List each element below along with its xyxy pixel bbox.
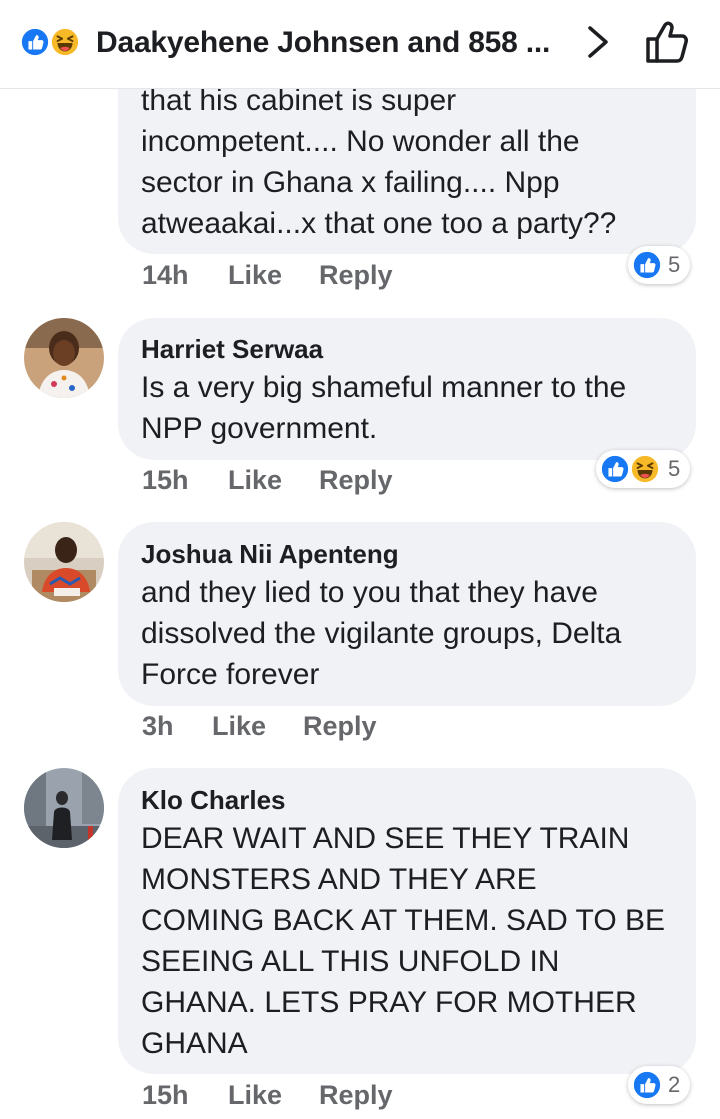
reactors-title[interactable]: Daakyehene Johnsen and 858 ... [96,26,550,60]
haha-icon [630,454,660,484]
comment-text-line: dissolved the vigilante groups, Delta [141,617,622,650]
reaction-summary[interactable] [20,27,90,57]
comment-text-line: Force forever [141,658,320,691]
comment-text-line: NPP government. [141,412,378,445]
comment-text-line: DEAR WAIT AND SEE THEY TRAIN [141,822,630,855]
like-button[interactable]: Like [228,1080,282,1111]
like-button[interactable]: Like [212,711,266,742]
comment-author[interactable]: Joshua Nii Apenteng [141,539,399,570]
like-button[interactable]: Like [228,465,282,496]
comment-time: 14h [142,260,189,290]
like-icon [632,1070,662,1100]
comment-text-line: MONSTERS AND THEY ARE [141,863,537,896]
reply-button[interactable]: Reply [303,711,377,742]
avatar[interactable] [24,522,104,602]
comment-text-line: COMING BACK AT THEM. SAD TO BE [141,904,666,937]
like-button[interactable]: Like [228,260,282,291]
comment-text-line: and they lied to you that they have [141,576,598,609]
comment-author[interactable]: Harriet Serwaa [141,334,323,365]
like-icon [600,454,630,484]
comment-text-line: incompetent.... No wonder all the [141,125,580,158]
comment-text-line: Is a very big shameful manner to the [141,371,627,404]
comment-author[interactable]: Klo Charles [141,785,286,816]
comment-time: 3h [142,711,174,741]
comment-time: 15h [142,465,189,495]
reaction-badge[interactable]: 5 [596,450,690,488]
reply-button[interactable]: Reply [319,1080,393,1111]
comment-time: 15h [142,1080,189,1110]
comment-text-line: sector in Ghana x failing.... Npp [141,166,560,199]
haha-icon [50,27,80,57]
reaction-count: 2 [668,1072,681,1097]
comment-text-line: GHANA [141,1027,248,1060]
reaction-badge[interactable]: 5 [628,246,690,284]
reply-button[interactable]: Reply [319,465,393,496]
like-icon [632,250,662,280]
reaction-count: 5 [668,252,681,277]
comments-header: Daakyehene Johnsen and 858 ... [0,0,720,89]
reaction-count: 5 [668,456,681,481]
comment-text-line: atweaakai...x that one too a party?? [141,207,617,240]
reaction-badge[interactable]: 2 [628,1066,690,1104]
avatar[interactable] [24,318,104,398]
avatar[interactable] [24,768,104,848]
comment-text-line: SEEING ALL THIS UNFOLD IN [141,945,560,978]
comment-text-line: GHANA. LETS PRAY FOR MOTHER [141,986,637,1019]
chevron-right-icon[interactable] [584,24,612,60]
reply-button[interactable]: Reply [319,260,393,291]
like-icon [20,27,50,57]
thumbs-up-icon[interactable] [644,20,690,64]
